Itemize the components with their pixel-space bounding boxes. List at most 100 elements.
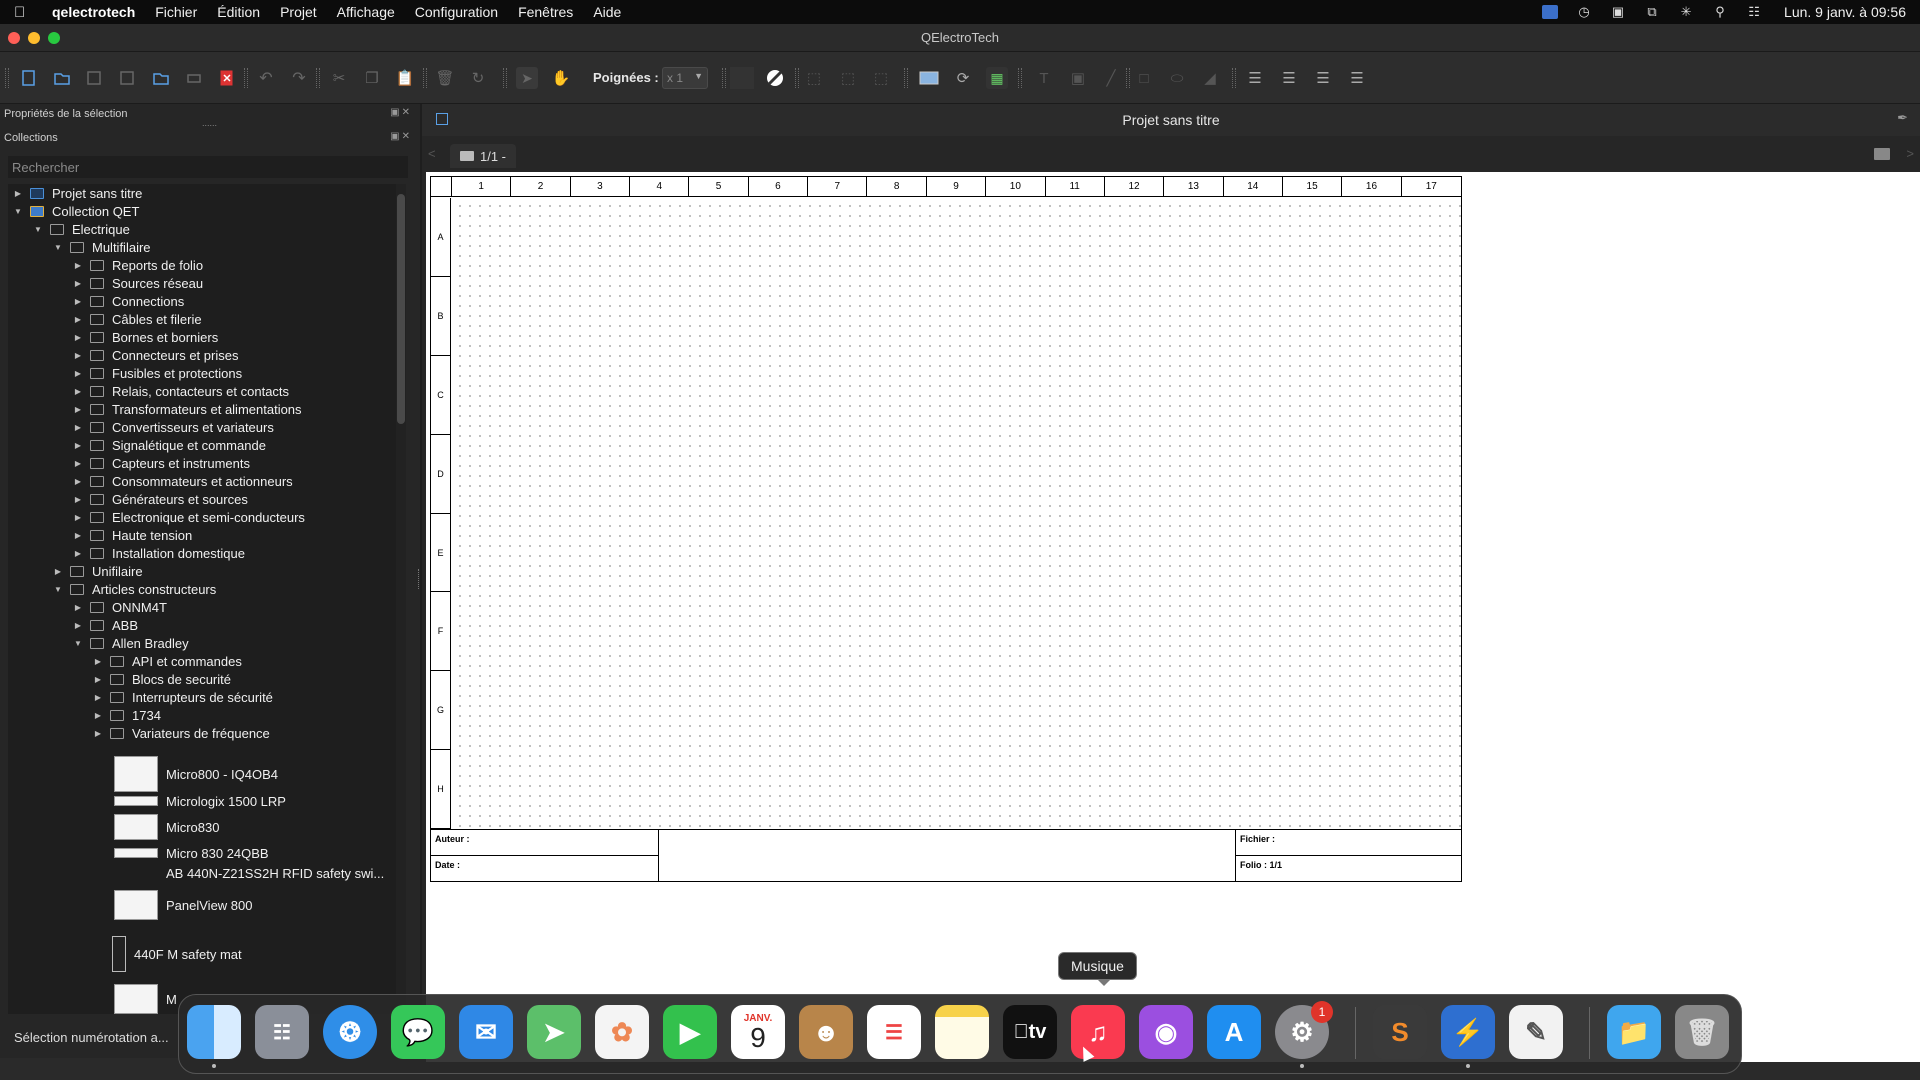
menu-affichage[interactable]: Affichage xyxy=(337,4,395,20)
element-list-item[interactable]: M xyxy=(114,984,177,1014)
close-project-icon[interactable] xyxy=(216,67,238,89)
tree-item[interactable]: ▼ Articles constructeurs xyxy=(52,580,216,598)
add-picture-icon[interactable]: ▣ xyxy=(1067,67,1089,89)
tree-item[interactable]: ▶ Unifilaire xyxy=(52,562,143,580)
drawing-grid[interactable] xyxy=(452,198,1462,828)
launchpad-icon[interactable]: ☷ xyxy=(255,1005,309,1059)
menubar-clock[interactable]: Lun. 9 janv. à 09:56 xyxy=(1784,4,1906,20)
chevron-right-icon[interactable]: ▶ xyxy=(72,531,84,540)
tree-item[interactable]: ▶ Sources réseau xyxy=(72,274,203,292)
pin-icon[interactable]: ✒ xyxy=(1897,110,1908,126)
add-image-icon[interactable] xyxy=(918,67,940,89)
copy-icon[interactable]: ❐ xyxy=(361,67,383,89)
system-settings-icon[interactable]: ⚙ 1 xyxy=(1275,1001,1333,1068)
scrollbar-thumb[interactable] xyxy=(397,194,405,424)
collections-panel-buttons[interactable]: ▣✕ xyxy=(390,131,412,142)
mail-icon[interactable]: ✉ xyxy=(459,1005,513,1059)
chevron-right-icon[interactable]: ▶ xyxy=(92,657,104,666)
tree-item[interactable]: ▶ Reports de folio xyxy=(72,256,203,274)
chevron-right-icon[interactable]: ▶ xyxy=(72,423,84,432)
wifi-icon[interactable]: ✳ xyxy=(1678,5,1694,19)
add-rectangle-icon[interactable]: □ xyxy=(1133,67,1155,89)
apple-tv-icon[interactable]: tv xyxy=(1003,1005,1057,1059)
chevron-right-icon[interactable]: ▶ xyxy=(92,675,104,684)
selection-tool-icon[interactable]: ➤ xyxy=(516,67,538,89)
menu-fenetres[interactable]: Fenêtres xyxy=(518,4,573,20)
chevron-right-icon[interactable]: ▶ xyxy=(72,333,84,342)
qelectrotech-icon[interactable]: ⚡ xyxy=(1441,1005,1495,1068)
time-machine-icon[interactable]: ◷ xyxy=(1576,5,1592,19)
print-icon[interactable] xyxy=(183,67,205,89)
chevron-down-icon[interactable]: ▼ xyxy=(52,585,64,594)
folio-list-icon[interactable] xyxy=(1874,148,1890,160)
chevron-right-icon[interactable]: ▶ xyxy=(72,315,84,324)
conductor-tool-3-icon[interactable]: ☰ xyxy=(1312,67,1334,89)
app-menu[interactable]: qelectrotech xyxy=(52,4,135,20)
tree-item[interactable]: ▶ Signalétique et commande xyxy=(72,436,266,454)
tree-item[interactable]: ▶ Câbles et filerie xyxy=(72,310,202,328)
chevron-right-icon[interactable]: ▶ xyxy=(72,477,84,486)
chevron-right-icon[interactable]: ▶ xyxy=(72,351,84,360)
chevron-down-icon[interactable]: ▼ xyxy=(12,207,24,216)
conductor-tool-icon[interactable]: ☰ xyxy=(1244,67,1266,89)
add-text-icon[interactable]: T xyxy=(1033,67,1055,89)
tree-item[interactable]: ▶ Fusibles et protections xyxy=(72,364,242,382)
tree-item[interactable]: ▶ 1734 xyxy=(92,706,161,724)
chevron-right-icon[interactable]: ▶ xyxy=(72,279,84,288)
tree-item[interactable]: ▶ API et commandes xyxy=(92,652,242,670)
add-polygon-icon[interactable]: ◢ xyxy=(1199,67,1221,89)
chevron-right-icon[interactable]: ▶ xyxy=(72,459,84,468)
fit-content-icon[interactable]: ⬚ xyxy=(837,67,859,89)
stage-manager-icon[interactable]: ⧉ xyxy=(1644,5,1660,19)
podcasts-icon[interactable]: ◉ xyxy=(1139,1005,1193,1059)
tree-item[interactable]: ▶ Blocs de securité xyxy=(92,670,231,688)
tree-item[interactable]: ▼ Allen Bradley xyxy=(72,634,189,652)
add-line-icon[interactable]: ╱ xyxy=(1100,67,1122,89)
tree-item[interactable]: ▶ Haute tension xyxy=(72,526,192,544)
chevron-right-icon[interactable]: ▶ xyxy=(92,693,104,702)
chevron-right-icon[interactable]: ▶ xyxy=(72,387,84,396)
tree-item[interactable]: ▼ Collection QET xyxy=(12,202,139,220)
chevron-right-icon[interactable]: ▶ xyxy=(72,261,84,270)
tree-item[interactable]: ▶ Interrupteurs de sécurité xyxy=(92,688,273,706)
tree-item[interactable]: ▶ Consommateurs et actionneurs xyxy=(72,472,293,490)
tree-item[interactable]: ▶ ABB xyxy=(72,616,138,634)
fit-selection-icon[interactable]: ⬚ xyxy=(803,67,825,89)
chevron-right-icon[interactable]: ▶ xyxy=(92,711,104,720)
background-color-icon[interactable] xyxy=(764,67,786,89)
chevron-right-icon[interactable]: ▶ xyxy=(52,567,64,576)
chevron-down-icon[interactable]: ▼ xyxy=(72,639,84,648)
element-list-item[interactable]: 440F M safety mat xyxy=(112,936,242,972)
keyboard-layout-icon[interactable] xyxy=(1542,5,1559,19)
terminal-strip-icon[interactable]: ▦ xyxy=(986,67,1008,89)
paste-icon[interactable]: 📋 xyxy=(394,67,416,89)
tree-item[interactable]: ▶ Connections xyxy=(72,292,184,310)
folio-tab-1[interactable]: 1/1 - xyxy=(450,144,517,168)
tree-item[interactable]: ▼ Multifilaire xyxy=(52,238,150,256)
tree-item[interactable]: ▶ Bornes et borniers xyxy=(72,328,218,346)
save-as-icon[interactable] xyxy=(116,67,138,89)
tree-item[interactable]: ▶ Relais, contacteurs et contacts xyxy=(72,382,289,400)
facetime-icon[interactable]: ▶ xyxy=(663,1005,717,1059)
properties-panel-buttons[interactable]: ▣✕ xyxy=(390,107,412,118)
element-list-item[interactable]: Micro830 xyxy=(114,814,219,840)
previous-folio-icon[interactable]: < xyxy=(428,146,436,161)
element-list-item[interactable]: AB 440N-Z21SS2H RFID safety swi... xyxy=(114,864,384,882)
chevron-down-icon[interactable]: ▼ xyxy=(32,225,44,234)
splitter-handle[interactable]: ...... xyxy=(202,118,217,128)
next-folio-icon[interactable]: > xyxy=(1906,146,1914,161)
menu-projet[interactable]: Projet xyxy=(280,4,317,20)
delete-icon[interactable]: 🗑 xyxy=(434,67,456,89)
save-icon[interactable] xyxy=(83,67,105,89)
textedit-icon[interactable]: ✎ xyxy=(1509,1005,1563,1059)
element-list-item[interactable]: Micro800 - IQ4OB4 xyxy=(114,756,278,792)
maps-icon[interactable]: ➤ xyxy=(527,1005,581,1059)
tree-item[interactable]: ▶ Projet sans titre xyxy=(12,184,142,202)
downloads-folder-icon[interactable]: 📁 xyxy=(1607,1005,1661,1059)
fit-page-icon[interactable]: ⬚ xyxy=(870,67,892,89)
tree-item[interactable]: ▶ Connecteurs et prises xyxy=(72,346,239,364)
open-folder-icon[interactable] xyxy=(150,67,172,89)
tree-item[interactable]: ▶ Electronique et semi-conducteurs xyxy=(72,508,305,526)
menu-configuration[interactable]: Configuration xyxy=(415,4,498,20)
open-project-icon[interactable] xyxy=(51,67,73,89)
